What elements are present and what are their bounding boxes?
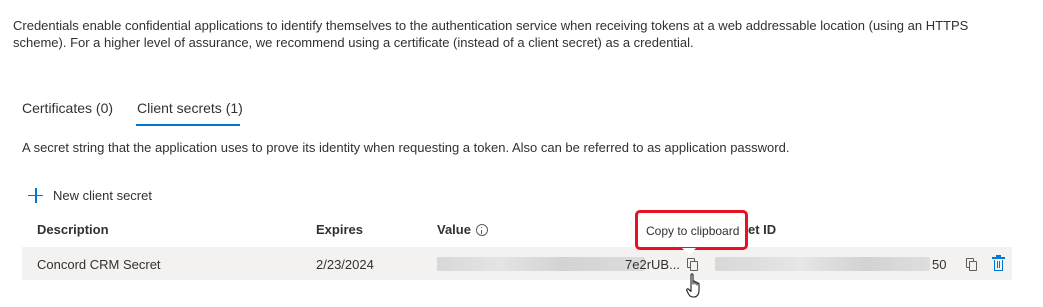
credentials-intro-text: Credentials enable confidential applicat… (13, 18, 969, 50)
info-icon[interactable] (475, 223, 488, 236)
redacted-value (437, 257, 645, 271)
tab-certificates[interactable]: Certificates (0) (22, 100, 113, 116)
plus-icon (27, 187, 44, 204)
copy-icon[interactable] (687, 258, 699, 271)
selected-tab-indicator (136, 124, 240, 126)
copy-to-clipboard-tooltip: Copy to clipboard (635, 210, 748, 250)
tab-client-secrets[interactable]: Client secrets (1) (137, 100, 243, 116)
tooltip-arrow (682, 248, 696, 255)
secret-description-cell: Concord CRM Secret (37, 257, 161, 272)
column-header-value: Value (437, 222, 488, 237)
column-header-value-label: Value (437, 222, 471, 237)
pointer-hand-cursor-icon (686, 273, 700, 298)
client-secrets-description: A secret string that the application use… (22, 140, 790, 155)
trash-icon[interactable] (992, 255, 1005, 272)
column-header-secret-id: et ID (748, 222, 777, 237)
secret-value-cell: 7e2rUB... (625, 257, 680, 272)
secret-id-cell: 50 (932, 257, 947, 272)
table-row: Concord CRM Secret 2/23/2024 7e2rUB... 5… (22, 247, 1012, 280)
new-client-secret-button[interactable]: New client secret (27, 184, 152, 206)
redacted-secret-id (715, 257, 930, 271)
copy-secret-id-icon[interactable] (966, 258, 978, 271)
column-header-description: Description (37, 222, 109, 237)
tooltip-label: Copy to clipboard (646, 224, 740, 238)
secret-expires-cell: 2/23/2024 (316, 257, 374, 272)
column-header-expires: Expires (316, 222, 363, 237)
new-client-secret-label: New client secret (53, 187, 152, 203)
